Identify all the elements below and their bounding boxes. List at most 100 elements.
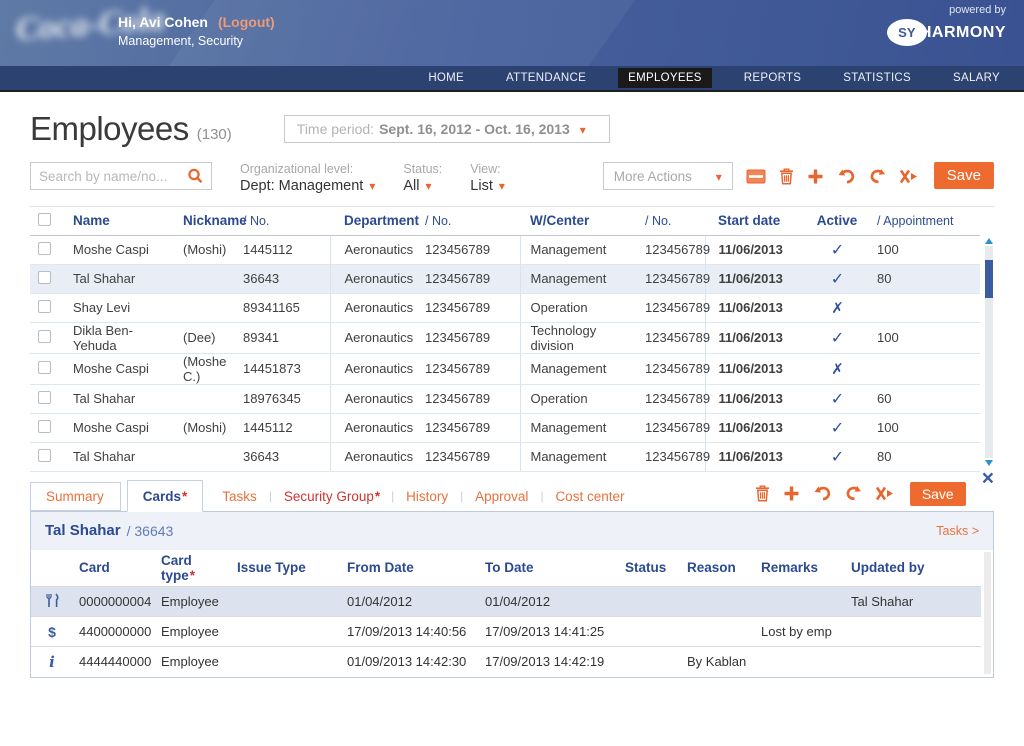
delete-icon[interactable] xyxy=(755,480,770,508)
card-type-icon xyxy=(42,653,62,671)
employee-row[interactable]: Tal Shahar 36643 Aeronautics 123456789 M… xyxy=(30,442,980,471)
row-checkbox[interactable] xyxy=(38,300,51,313)
table-header-row: Name Nickname / No. Department / No. W/C… xyxy=(30,207,980,235)
time-period-dropdown[interactable]: Time period: Sept. 16, 2012 - Oct. 16, 2… xyxy=(284,115,610,143)
detail-tab[interactable]: History xyxy=(393,482,462,511)
nav-item[interactable]: ATTENDANCE xyxy=(496,68,596,88)
export-excel-icon[interactable] xyxy=(899,162,918,190)
cell-wcenter-no: 123456789 xyxy=(637,264,705,293)
column-header[interactable]: W/Center xyxy=(520,207,637,235)
cards-column-header[interactable]: Status xyxy=(619,550,681,587)
row-checkbox[interactable] xyxy=(38,330,51,343)
export-excel-icon[interactable] xyxy=(875,480,894,508)
card-row[interactable]: 4400000000 Employee 17/09/2013 14:40:56 … xyxy=(31,617,981,647)
add-icon[interactable] xyxy=(783,480,800,508)
cell-wcenter: Technology division xyxy=(520,322,637,353)
employee-row[interactable]: Moshe Caspi (Moshe C.) 14451873 Aeronaut… xyxy=(30,353,980,384)
detail-tab[interactable]: Cards* xyxy=(127,480,204,512)
logout-link[interactable]: (Logout) xyxy=(218,14,275,30)
column-header[interactable]: Nickname xyxy=(175,207,235,235)
row-checkbox[interactable] xyxy=(38,449,51,462)
cards-column-header[interactable]: Updated by xyxy=(845,550,981,587)
undo-icon[interactable] xyxy=(813,480,832,508)
cards-view-icon[interactable] xyxy=(746,162,766,190)
undo-icon[interactable] xyxy=(837,162,856,190)
cell-department: Aeronautics xyxy=(330,384,417,413)
add-icon[interactable] xyxy=(807,162,824,190)
close-icon[interactable] xyxy=(982,470,994,490)
detail-tab[interactable]: Summary xyxy=(30,482,121,511)
employee-row[interactable]: Tal Shahar 36643 Aeronautics 123456789 M… xyxy=(30,264,980,293)
cards-column-header[interactable]: From Date xyxy=(341,550,479,587)
column-header[interactable]: Department xyxy=(330,207,417,235)
view-dropdown[interactable]: List xyxy=(470,178,505,194)
cell-wcenter-no: 123456789 xyxy=(637,384,705,413)
row-checkbox[interactable] xyxy=(38,271,51,284)
search-icon[interactable] xyxy=(187,168,203,184)
scroll-down-icon[interactable] xyxy=(985,460,993,466)
row-checkbox[interactable] xyxy=(38,361,51,374)
employee-row[interactable]: Shay Levi 89341165 Aeronautics 123456789… xyxy=(30,293,980,322)
cell-updated-by xyxy=(845,647,981,677)
detail-tab[interactable]: Security Group* xyxy=(271,482,393,511)
cell-remarks xyxy=(755,587,845,617)
nav-item[interactable]: HOME xyxy=(418,68,474,88)
redo-icon[interactable] xyxy=(869,162,886,190)
cards-scrollbar[interactable] xyxy=(984,552,991,674)
cards-column-header[interactable]: Issue Type xyxy=(231,550,341,587)
card-row[interactable]: 0000000004 Employee 01/04/2012 01/04/201… xyxy=(31,587,981,617)
cards-column-header[interactable]: To Date xyxy=(479,550,619,587)
column-header[interactable]: / Appointment xyxy=(865,207,980,235)
cards-column-header[interactable]: Reason xyxy=(681,550,755,587)
panel-save-button[interactable]: Save xyxy=(910,482,966,506)
cell-to-date: 17/09/2013 14:42:19 xyxy=(479,647,619,677)
search-box[interactable] xyxy=(30,162,212,190)
tasks-link[interactable]: Tasks > xyxy=(936,524,979,538)
detail-tab[interactable]: Tasks xyxy=(209,482,271,511)
column-header[interactable]: Start date xyxy=(705,207,810,235)
detail-tab[interactable]: Cost center xyxy=(542,482,638,511)
employee-row[interactable]: Tal Shahar 18976345 Aeronautics 12345678… xyxy=(30,384,980,413)
row-checkbox[interactable] xyxy=(38,242,51,255)
cell-status xyxy=(619,587,681,617)
card-row[interactable]: 4444440000 Employee 01/09/2013 14:42:30 … xyxy=(31,647,981,677)
more-actions-dropdown[interactable]: More Actions xyxy=(603,162,733,190)
nav-item[interactable]: SALARY xyxy=(943,68,1010,88)
cards-panel: Tal Shahar / 36643 Tasks > xyxy=(30,511,994,678)
selected-employee-strip: Tal Shahar / 36643 Tasks > xyxy=(31,512,993,550)
table-scrollbar[interactable] xyxy=(984,236,994,468)
save-button[interactable]: Save xyxy=(934,162,994,189)
top-header: Coca-Cola Hi, Avi Cohen(Logout) Manageme… xyxy=(0,0,1024,66)
column-header[interactable]: / No. xyxy=(235,207,330,235)
card-type-icon xyxy=(42,593,62,608)
employee-row[interactable]: Dikla Ben-Yehuda (Dee) 89341 Aeronautics… xyxy=(30,322,980,353)
scrollbar-thumb[interactable] xyxy=(985,260,993,298)
column-header[interactable]: / No. xyxy=(417,207,520,235)
cell-name: Moshe Caspi xyxy=(65,235,175,264)
cards-column-header[interactable]: Card xyxy=(73,550,155,587)
row-checkbox[interactable] xyxy=(38,391,51,404)
employee-row[interactable]: Moshe Caspi (Moshi) 1445112 Aeronautics … xyxy=(30,413,980,442)
row-checkbox[interactable] xyxy=(38,420,51,433)
cell-name: Dikla Ben-Yehuda xyxy=(65,322,175,353)
scroll-up-icon[interactable] xyxy=(985,238,993,244)
column-header[interactable]: / No. xyxy=(637,207,705,235)
detail-tab[interactable]: Approval xyxy=(462,482,542,511)
column-header[interactable]: Name xyxy=(65,207,175,235)
search-input[interactable] xyxy=(39,169,187,184)
nav-item[interactable]: EMPLOYEES xyxy=(618,68,712,88)
delete-icon[interactable] xyxy=(779,162,794,190)
org-level-dropdown[interactable]: Dept: Management xyxy=(240,178,375,194)
status-dropdown[interactable]: All xyxy=(403,178,442,194)
employee-row[interactable]: Moshe Caspi (Moshi) 1445112 Aeronautics … xyxy=(30,235,980,264)
nav-item[interactable]: REPORTS xyxy=(734,68,811,88)
cards-column-header[interactable]: Remarks xyxy=(755,550,845,587)
cell-nickname: (Moshi) xyxy=(175,413,235,442)
cell-no: 36643 xyxy=(235,442,330,471)
cards-column-header[interactable]: Card type* xyxy=(155,550,231,587)
column-header[interactable]: Active xyxy=(810,207,865,235)
nav-item[interactable]: STATISTICS xyxy=(833,68,921,88)
scrollbar-track[interactable] xyxy=(985,246,993,458)
select-all-checkbox[interactable] xyxy=(38,213,51,226)
redo-icon[interactable] xyxy=(845,480,862,508)
